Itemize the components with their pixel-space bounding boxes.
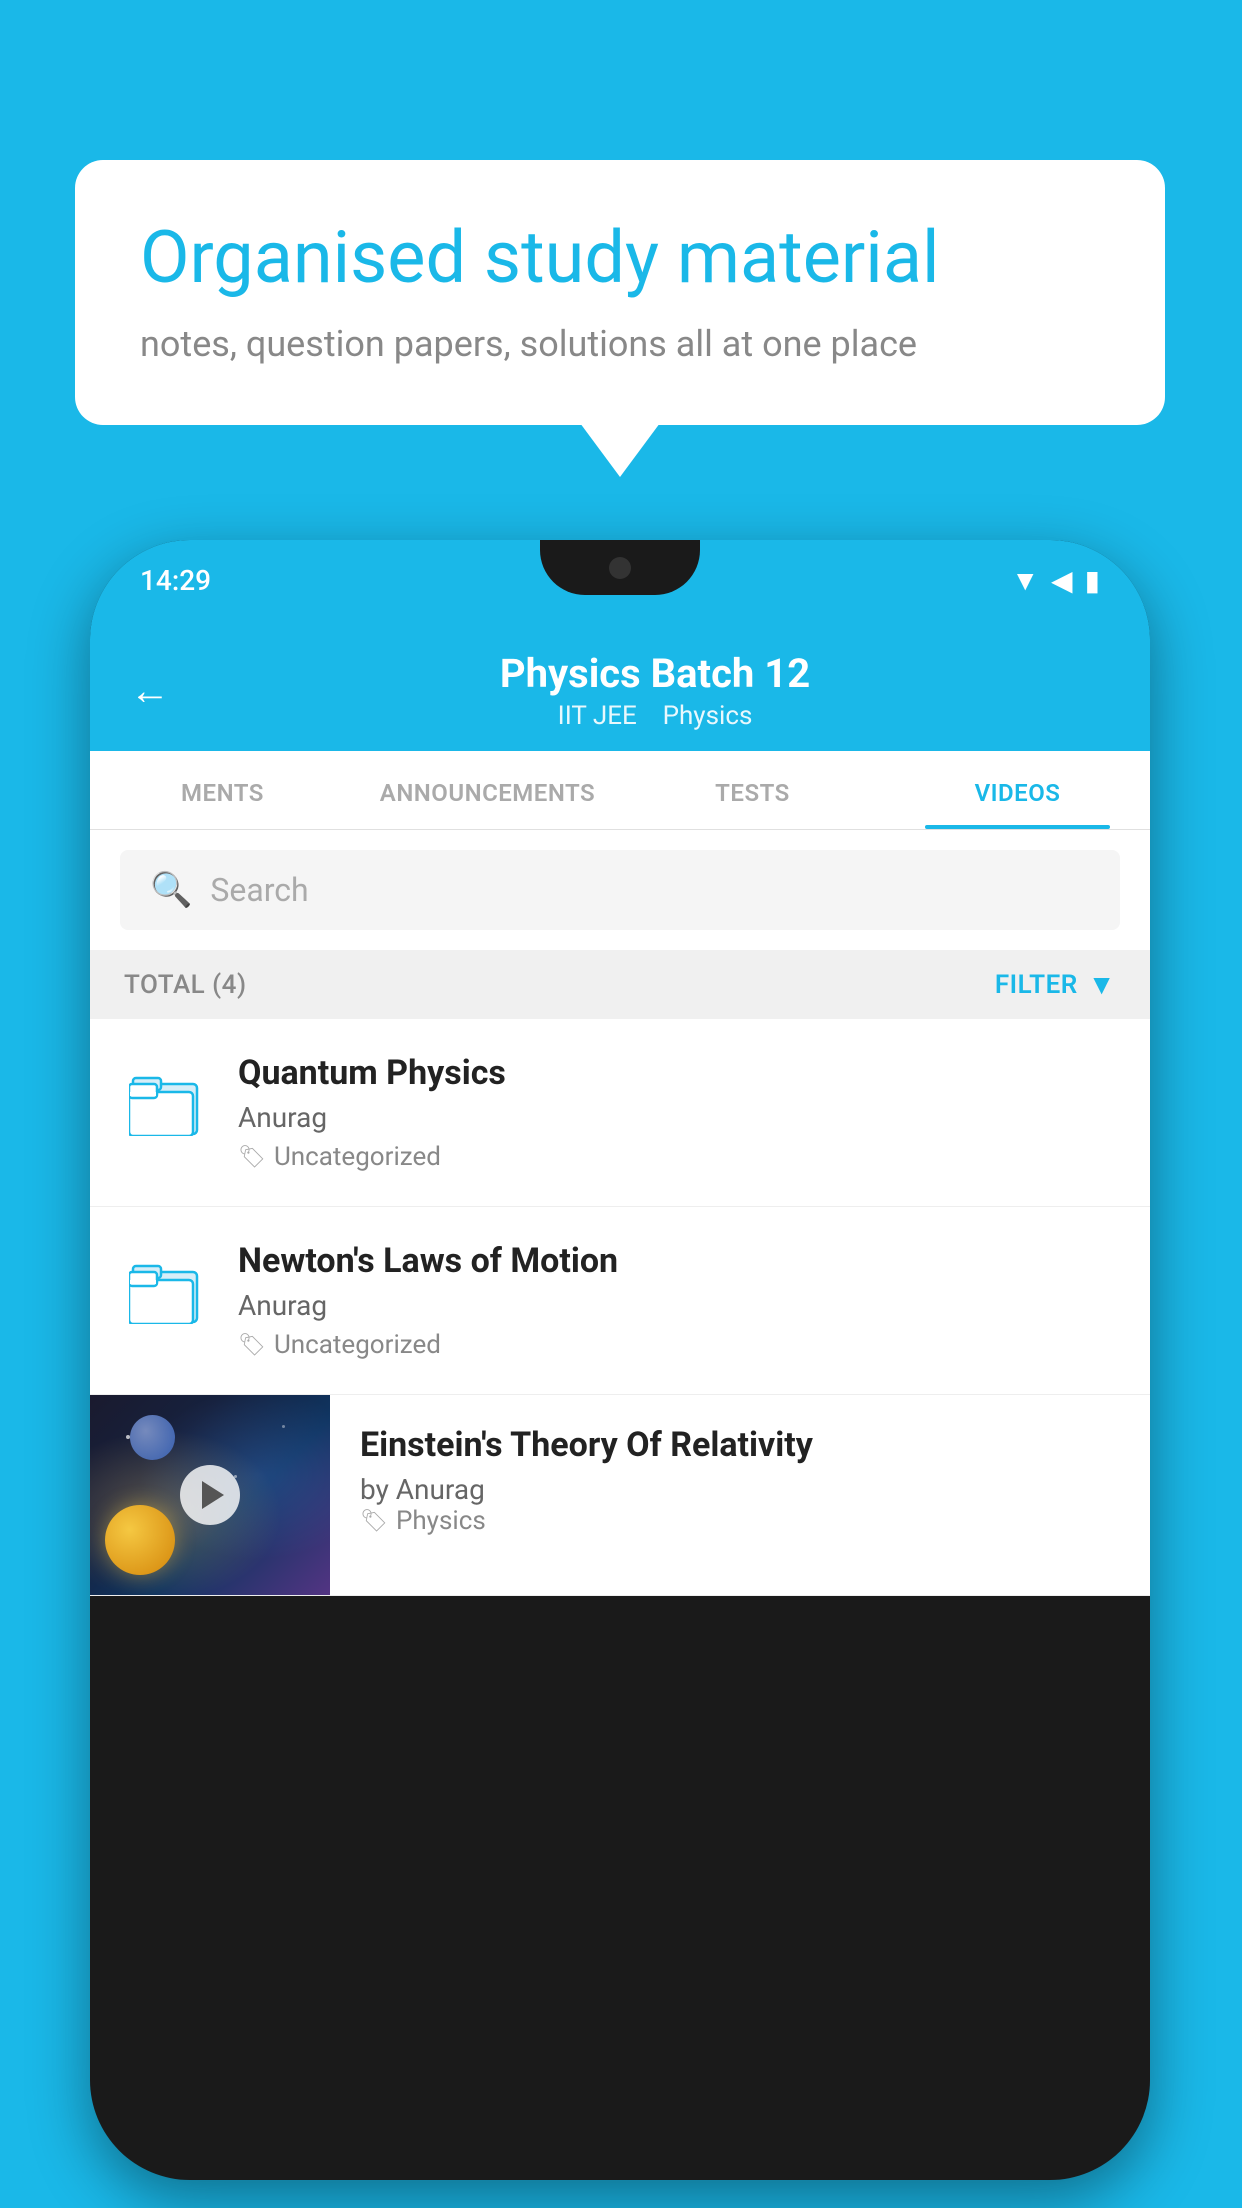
search-placeholder: Search [210,871,308,909]
speech-bubble-title: Organised study material [140,215,1100,301]
tab-videos[interactable]: VIDEOS [885,751,1150,829]
phone-frame: 14:29 ▼ ◀ ▮ ← Physics Batch 12 IIT JEE P… [90,540,1150,2180]
total-count: TOTAL (4) [124,970,247,1000]
play-button[interactable] [180,1465,240,1525]
filter-button[interactable]: FILTER ▼ [995,968,1116,1001]
video-author: Anurag [238,1101,1120,1134]
tab-bar: MENTS ANNOUNCEMENTS TESTS VIDEOS [90,751,1150,830]
app-header: ← Physics Batch 12 IIT JEE Physics [90,620,1150,751]
video-item-info: Einstein's Theory Of Relativity by Anura… [330,1395,1150,1566]
phone-notch [540,540,700,595]
search-bar[interactable]: 🔍 Search [120,850,1120,930]
folder-icon [129,1068,201,1136]
status-time: 14:29 [140,564,211,597]
video-author: by Anurag [360,1473,1120,1506]
battery-icon: ▮ [1085,564,1100,597]
back-button[interactable]: ← [130,667,170,714]
speech-bubble-subtitle: notes, question papers, solutions all at… [140,323,1100,365]
tab-tests[interactable]: TESTS [620,751,885,829]
camera-dot [609,557,631,579]
wifi-icon: ▼ [1011,564,1039,597]
header-title-group: Physics Batch 12 IIT JEE Physics [200,650,1110,731]
speech-bubble-card: Organised study material notes, question… [75,160,1165,425]
play-icon [202,1481,224,1509]
video-tag: 🏷 Uncategorized [238,1142,1120,1172]
header-subtitle: IIT JEE Physics [200,701,1110,731]
video-list: Quantum Physics Anurag 🏷 Uncategorized [90,1019,1150,1596]
video-item-icon [120,1245,210,1335]
video-title: Einstein's Theory Of Relativity [360,1425,1120,1465]
video-item-icon [120,1057,210,1147]
video-author: Anurag [238,1289,1120,1322]
status-icons: ▼ ◀ ▮ [1011,564,1100,597]
search-icon: 🔍 [150,870,192,910]
list-item[interactable]: Einstein's Theory Of Relativity by Anura… [90,1395,1150,1596]
tag-icon: 🏷 [238,1333,266,1358]
filter-icon: ▼ [1088,968,1116,1001]
video-item-info: Newton's Laws of Motion Anurag 🏷 Uncateg… [238,1241,1120,1360]
video-title: Newton's Laws of Motion [238,1241,1120,1281]
status-bar: 14:29 ▼ ◀ ▮ [90,540,1150,620]
tab-announcements[interactable]: ANNOUNCEMENTS [355,751,620,829]
header-tag1: IIT JEE [558,701,637,731]
tag-icon: 🏷 [360,1509,388,1534]
video-title: Quantum Physics [238,1053,1120,1093]
header-tag2: Physics [663,701,753,731]
tab-ments[interactable]: MENTS [90,751,355,829]
search-container: 🔍 Search [90,830,1150,950]
folder-icon [129,1256,201,1324]
video-thumbnail [90,1395,330,1595]
signal-icon: ◀ [1051,564,1073,597]
header-title: Physics Batch 12 [200,650,1110,697]
filter-bar: TOTAL (4) FILTER ▼ [90,950,1150,1019]
tag-icon: 🏷 [238,1145,266,1170]
video-tag: 🏷 Uncategorized [238,1330,1120,1360]
video-item-info: Quantum Physics Anurag 🏷 Uncategorized [238,1053,1120,1172]
video-tag: 🏷 Physics [360,1506,1120,1536]
list-item[interactable]: Quantum Physics Anurag 🏷 Uncategorized [90,1019,1150,1207]
list-item[interactable]: Newton's Laws of Motion Anurag 🏷 Uncateg… [90,1207,1150,1395]
